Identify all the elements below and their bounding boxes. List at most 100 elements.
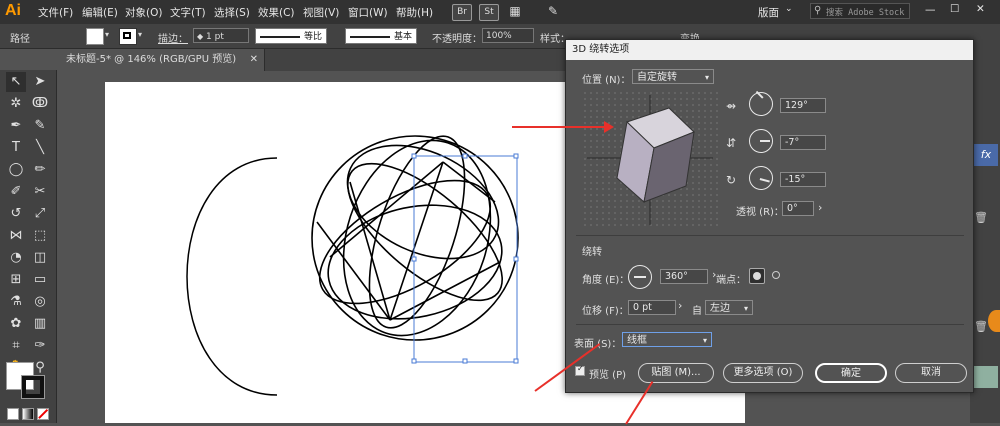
position-dropdown[interactable]: 自定旋转 ▾ xyxy=(632,69,714,84)
from-label: 自 xyxy=(692,306,702,317)
arrange-documents-icon[interactable]: ▦ xyxy=(507,4,523,19)
angle-field[interactable]: 360° xyxy=(660,269,708,284)
perspective-field[interactable]: 0° xyxy=(782,201,814,216)
offset-arrow-icon[interactable]: › xyxy=(678,299,682,312)
fill-dropdown-icon[interactable]: ▾ xyxy=(105,30,109,39)
stroke-color-swatch[interactable] xyxy=(21,375,45,399)
tab-close-icon[interactable]: ✕ xyxy=(250,49,258,71)
bridge-button[interactable]: Br xyxy=(452,4,472,21)
shape-builder-tool-icon[interactable]: ◔ xyxy=(6,248,26,268)
artboard-tool-icon[interactable]: ⌗ xyxy=(6,336,26,356)
minimize-icon[interactable]: — xyxy=(925,4,936,16)
cap-on-button[interactable] xyxy=(749,268,765,284)
annotation-arrow xyxy=(512,126,612,128)
menu-edit[interactable]: 编辑(E) xyxy=(82,5,118,20)
curvature-tool-icon[interactable]: ✎ xyxy=(30,116,50,136)
menu-object[interactable]: 对象(O) xyxy=(125,5,162,20)
stroke-label[interactable]: 描边： xyxy=(158,30,188,45)
lasso-tool-icon[interactable]: ↂ xyxy=(30,94,50,114)
menu-type[interactable]: 文字(T) xyxy=(170,5,206,20)
perspective-grid-tool-icon[interactable]: ◫ xyxy=(30,248,50,268)
z-rotation-dial[interactable] xyxy=(749,166,773,190)
section-divider xyxy=(576,324,964,325)
eyedropper-tool-icon[interactable]: ⚗ xyxy=(6,292,26,312)
right-panel-strip: fx 🗑 🗑 xyxy=(970,48,1000,423)
cap-off-button[interactable] xyxy=(769,268,785,284)
magic-wand-tool-icon[interactable]: ✲ xyxy=(6,94,26,114)
blend-tool-icon[interactable]: ◎ xyxy=(30,292,50,312)
chevron-down-icon[interactable]: ⌄ xyxy=(785,4,793,14)
trash-icon[interactable]: 🗑 xyxy=(974,211,988,224)
menu-file[interactable]: 文件(F) xyxy=(38,5,73,20)
stroke-dropdown-icon[interactable]: ▾ xyxy=(138,30,142,39)
symbol-sprayer-tool-icon[interactable]: ✿ xyxy=(6,314,26,334)
offset-field[interactable]: 0 pt xyxy=(628,300,676,315)
menu-help[interactable]: 帮助(H) xyxy=(396,5,433,20)
more-options-button[interactable]: 更多选项 (O) xyxy=(723,363,803,383)
ok-button[interactable]: 确定 xyxy=(815,363,887,383)
line-tool-icon[interactable]: ╲ xyxy=(30,138,50,158)
gpu-performance-icon[interactable]: ✎ xyxy=(545,4,561,19)
position-value: 自定旋转 xyxy=(637,72,677,83)
direct-selection-tool-icon[interactable]: ➤ xyxy=(30,72,50,92)
surface-value: 线框 xyxy=(627,335,647,346)
orange-badge-icon[interactable] xyxy=(988,310,1000,332)
preview-label[interactable]: 预览 (P) xyxy=(589,366,626,381)
menu-view[interactable]: 视图(V) xyxy=(303,5,339,20)
search-placeholder: 搜索 Adobe Stock xyxy=(826,8,905,18)
free-transform-tool-icon[interactable]: ⬚ xyxy=(30,226,50,246)
mesh-tool-icon[interactable]: ⊞ xyxy=(6,270,26,290)
menu-select[interactable]: 选择(S) xyxy=(214,5,250,20)
stroke-weight-field[interactable]: ◆ 1 pt xyxy=(193,28,249,43)
preview-checkbox[interactable]: ✓ xyxy=(575,364,585,376)
from-dropdown[interactable]: 左边 ▾ xyxy=(705,300,753,315)
appearance-fx-icon[interactable]: fx xyxy=(974,144,998,166)
menu-effect[interactable]: 效果(C) xyxy=(258,5,295,20)
y-rotation-field[interactable]: -7° xyxy=(780,135,826,150)
ellipse-tool-icon[interactable]: ◯ xyxy=(6,160,26,180)
width-tool-icon[interactable]: ⋈ xyxy=(6,226,26,246)
opacity-field[interactable]: 100% xyxy=(482,28,534,43)
annotation-arrowhead xyxy=(604,121,614,133)
workspace-switcher[interactable]: 版面 xyxy=(758,5,779,20)
none-mode-icon[interactable] xyxy=(37,408,49,420)
opacity-label[interactable]: 不透明度： xyxy=(432,30,482,45)
variable-width-profile[interactable]: 等比 xyxy=(255,28,327,44)
stock-button[interactable]: St xyxy=(479,4,499,21)
pen-tool-icon[interactable]: ✒ xyxy=(6,116,26,136)
rotation-track-cube[interactable] xyxy=(582,90,718,230)
scale-tool-icon[interactable]: ⤢ xyxy=(30,204,50,224)
stock-search-input[interactable]: ⚲ 搜索 Adobe Stock xyxy=(810,3,910,19)
chevron-down-icon: ▾ xyxy=(704,73,709,82)
scissors-tool-icon[interactable]: ✂ xyxy=(30,182,50,202)
y-axis-rotation-icon: ⇵ xyxy=(726,136,737,150)
x-rotation-dial[interactable] xyxy=(749,90,773,116)
map-art-button[interactable]: 贴图 (M)... xyxy=(638,363,714,383)
rotate-tool-icon[interactable]: ↺ xyxy=(6,204,26,224)
document-tab[interactable]: 未标题-5* @ 146% (RGB/GPU 预览) ✕ xyxy=(60,49,265,71)
gradient-tool-icon[interactable]: ▭ xyxy=(30,270,50,290)
y-rotation-dial[interactable] xyxy=(749,129,773,153)
x-rotation-field[interactable]: 129° xyxy=(780,98,826,113)
gradient-mode-icon[interactable] xyxy=(22,408,34,420)
menu-window[interactable]: 窗口(W) xyxy=(348,5,388,20)
slice-tool-icon[interactable]: ✑ xyxy=(30,336,50,356)
surface-dropdown[interactable]: 线框 ▾ xyxy=(622,332,712,347)
panel-trash-icon[interactable]: 🗑 xyxy=(974,320,988,333)
perspective-arrow-icon[interactable]: › xyxy=(818,201,822,214)
brush-definition[interactable]: 基本 xyxy=(345,28,417,44)
close-icon[interactable]: ✕ xyxy=(976,3,985,15)
angle-dial[interactable] xyxy=(628,265,652,289)
paintbrush-tool-icon[interactable]: ✏ xyxy=(30,160,50,180)
color-mode-icon[interactable] xyxy=(7,408,19,420)
perspective-label: 透视 (R)： xyxy=(736,207,784,218)
shaper-tool-icon[interactable]: ✐ xyxy=(6,182,26,202)
selection-tool-icon[interactable]: ↖ xyxy=(6,72,26,92)
maximize-icon[interactable]: ☐ xyxy=(950,3,959,15)
type-tool-icon[interactable]: T xyxy=(6,138,26,158)
column-graph-tool-icon[interactable]: ▥ xyxy=(30,314,50,334)
swatch-thumbnail[interactable] xyxy=(972,366,998,388)
cancel-button[interactable]: 取消 xyxy=(895,363,967,383)
z-rotation-field[interactable]: -15° xyxy=(780,172,826,187)
fill-swatch[interactable] xyxy=(86,28,104,45)
